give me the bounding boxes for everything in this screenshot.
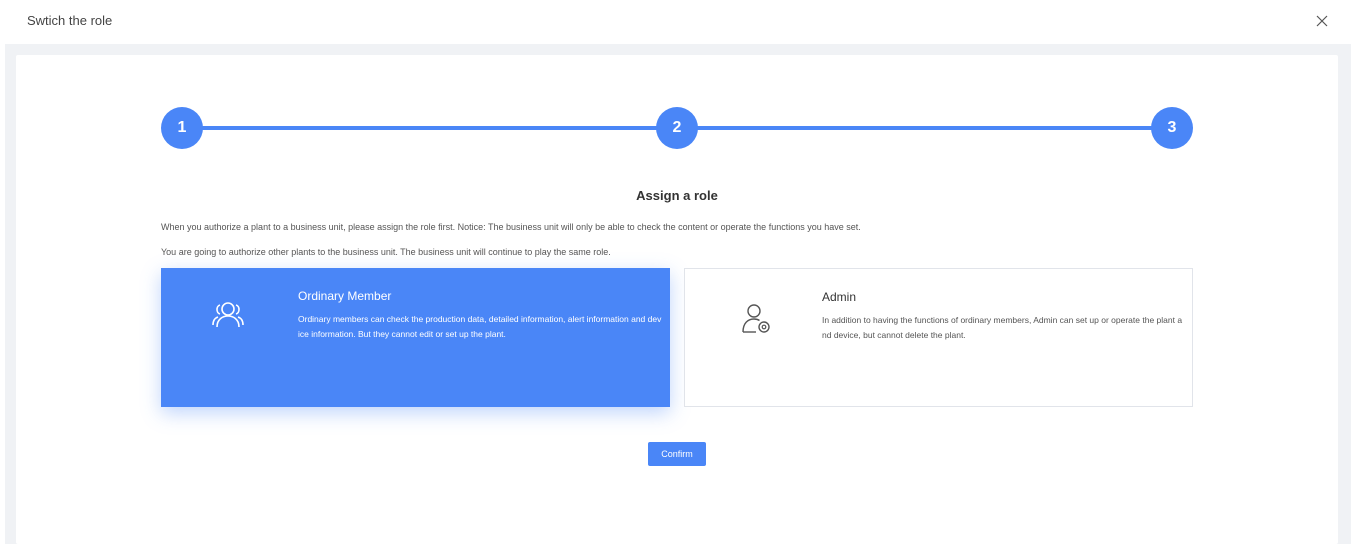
role-card-ordinary-member[interactable]: Ordinary Member Ordinary members can che… <box>161 268 670 407</box>
close-icon <box>1316 15 1328 27</box>
step-2: 2 <box>656 107 698 149</box>
role-description: Ordinary members can check the productio… <box>298 314 662 339</box>
role-name: Admin <box>822 290 857 304</box>
confirm-button[interactable]: Confirm <box>648 442 706 466</box>
step-1: 1 <box>161 107 203 149</box>
description-notice: When you authorize a plant to a business… <box>161 222 861 232</box>
step-connector <box>197 126 659 130</box>
step-3: 3 <box>1151 107 1193 149</box>
stepper: 1 2 3 <box>161 107 1209 149</box>
description-info: You are going to authorize other plants … <box>161 247 611 257</box>
role-card-admin[interactable]: Admin In addition to having the function… <box>684 268 1193 407</box>
dialog-body: 1 2 3 Assign a role When you authorize a… <box>5 44 1351 544</box>
section-title: Assign a role <box>636 188 718 203</box>
role-name: Ordinary Member <box>298 289 392 303</box>
users-icon <box>212 302 244 328</box>
switch-role-dialog: Swtich the role 1 2 3 Assign a role When… <box>0 0 1356 544</box>
user-gear-icon <box>742 304 770 333</box>
dialog-header: Swtich the role <box>0 0 1356 44</box>
content-panel: 1 2 3 Assign a role When you authorize a… <box>16 55 1338 544</box>
close-button[interactable] <box>1310 9 1334 33</box>
step-connector <box>695 126 1157 130</box>
dialog-title: Swtich the role <box>27 13 113 28</box>
role-description: In addition to having the functions of o… <box>822 315 1183 340</box>
